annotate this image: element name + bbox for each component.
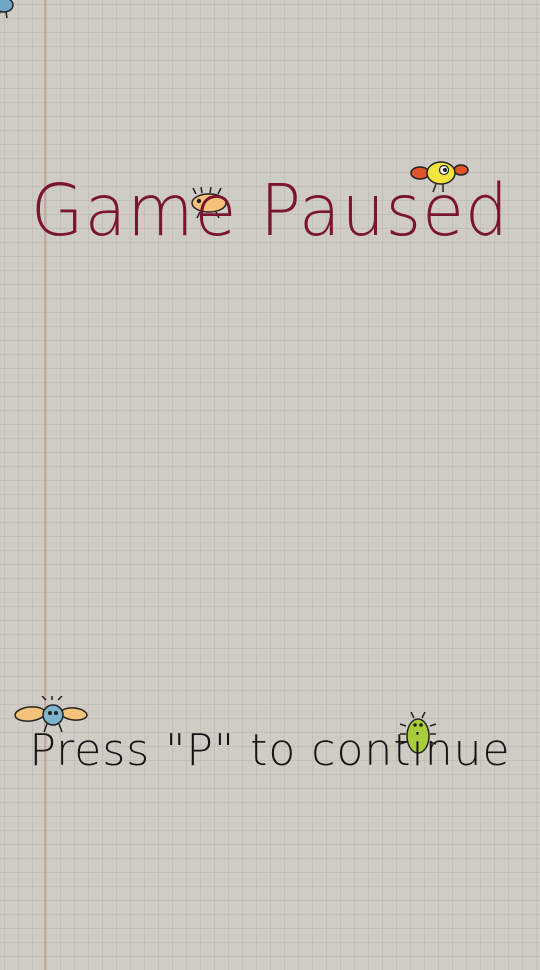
blue-bug-sprite-corner xyxy=(0,0,14,19)
pause-title: Game Paused xyxy=(30,170,510,253)
continue-prompt[interactable]: Press "P" to continue xyxy=(0,725,540,776)
game-scene: Game Paused Press "P" to continue xyxy=(0,0,540,970)
